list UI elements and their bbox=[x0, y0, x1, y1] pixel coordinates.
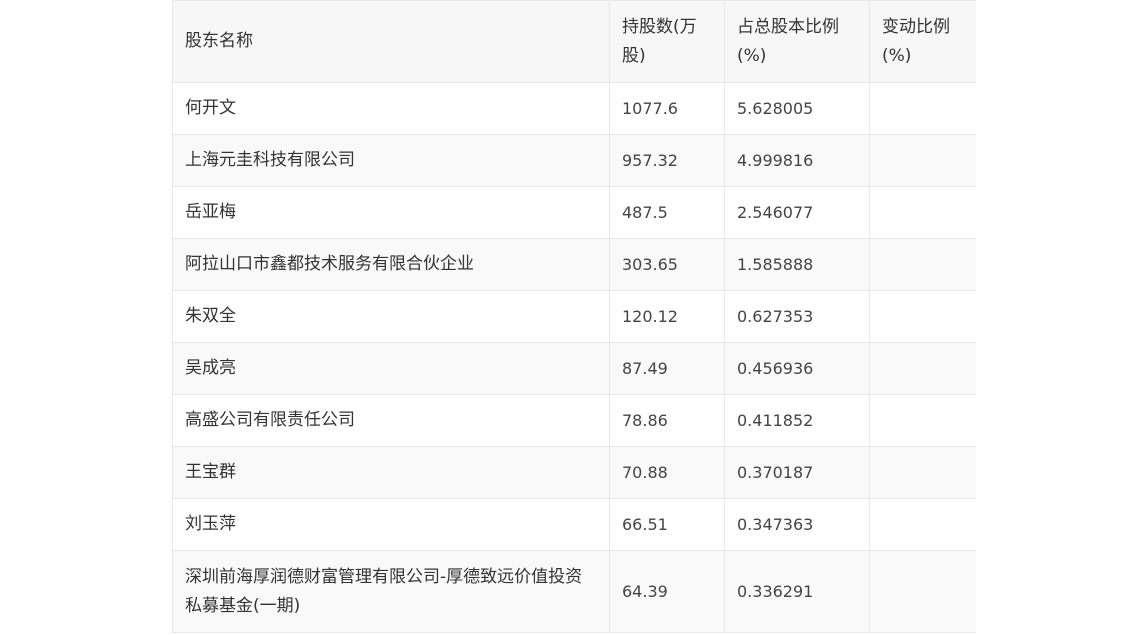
cell-change bbox=[869, 394, 976, 447]
cell-shares: 66.51 bbox=[609, 498, 725, 551]
cell-change bbox=[869, 498, 976, 551]
cell-change bbox=[869, 238, 976, 291]
header-shares: 持股数(万股) bbox=[609, 0, 725, 83]
cell-ratio: 4.999816 bbox=[724, 134, 870, 187]
cell-change bbox=[869, 342, 976, 395]
table-row: 刘玉萍 66.51 0.347363 bbox=[172, 498, 976, 551]
table-row: 上海元圭科技有限公司 957.32 4.999816 bbox=[172, 134, 976, 187]
cell-change bbox=[869, 290, 976, 343]
table-row: 高盛公司有限责任公司 78.86 0.411852 bbox=[172, 394, 976, 447]
cell-shareholder-name: 朱双全 bbox=[172, 290, 610, 343]
cell-ratio: 0.336291 bbox=[724, 550, 870, 633]
cell-shareholder-name: 高盛公司有限责任公司 bbox=[172, 394, 610, 447]
cell-change bbox=[869, 550, 976, 633]
table-row: 何开文 1077.6 5.628005 bbox=[172, 82, 976, 135]
cell-change bbox=[869, 446, 976, 499]
cell-shareholder-name: 刘玉萍 bbox=[172, 498, 610, 551]
cell-change bbox=[869, 134, 976, 187]
shareholder-table: 股东名称 持股数(万股) 占总股本比例(%) 变动比例(%) 何开文 1077.… bbox=[172, 0, 976, 633]
cell-ratio: 1.585888 bbox=[724, 238, 870, 291]
cell-shares: 78.86 bbox=[609, 394, 725, 447]
cell-shareholder-name: 吴成亮 bbox=[172, 342, 610, 395]
header-change: 变动比例(%) bbox=[869, 0, 976, 83]
table-row: 王宝群 70.88 0.370187 bbox=[172, 446, 976, 499]
cell-shareholder-name: 岳亚梅 bbox=[172, 186, 610, 239]
cell-shareholder-name: 王宝群 bbox=[172, 446, 610, 499]
cell-ratio: 0.627353 bbox=[724, 290, 870, 343]
cell-change bbox=[869, 82, 976, 135]
cell-change bbox=[869, 186, 976, 239]
cell-shareholder-name: 上海元圭科技有限公司 bbox=[172, 134, 610, 187]
cell-ratio: 0.347363 bbox=[724, 498, 870, 551]
cell-shares: 70.88 bbox=[609, 446, 725, 499]
shareholder-table-container: 股东名称 持股数(万股) 占总股本比例(%) 变动比例(%) 何开文 1077.… bbox=[172, 0, 976, 635]
cell-shares: 957.32 bbox=[609, 134, 725, 187]
table-row: 吴成亮 87.49 0.456936 bbox=[172, 342, 976, 395]
table-row: 岳亚梅 487.5 2.546077 bbox=[172, 186, 976, 239]
cell-ratio: 0.411852 bbox=[724, 394, 870, 447]
cell-shares: 1077.6 bbox=[609, 82, 725, 135]
cell-shares: 303.65 bbox=[609, 238, 725, 291]
cell-shareholder-name: 何开文 bbox=[172, 82, 610, 135]
cell-shares: 120.12 bbox=[609, 290, 725, 343]
cell-shares: 487.5 bbox=[609, 186, 725, 239]
header-ratio: 占总股本比例(%) bbox=[724, 0, 870, 83]
cell-shares: 87.49 bbox=[609, 342, 725, 395]
table-header-row: 股东名称 持股数(万股) 占总股本比例(%) 变动比例(%) bbox=[172, 0, 976, 83]
cell-ratio: 0.456936 bbox=[724, 342, 870, 395]
header-shareholder-name: 股东名称 bbox=[172, 0, 610, 83]
cell-shares: 64.39 bbox=[609, 550, 725, 633]
cell-shareholder-name: 深圳前海厚润德财富管理有限公司-厚德致远价值投资私募基金(一期) bbox=[172, 550, 610, 633]
table-row: 朱双全 120.12 0.627353 bbox=[172, 290, 976, 343]
cell-shareholder-name: 阿拉山口市鑫都技术服务有限合伙企业 bbox=[172, 238, 610, 291]
cell-ratio: 2.546077 bbox=[724, 186, 870, 239]
table-row: 深圳前海厚润德财富管理有限公司-厚德致远价值投资私募基金(一期) 64.39 0… bbox=[172, 550, 976, 633]
cell-ratio: 5.628005 bbox=[724, 82, 870, 135]
table-row: 阿拉山口市鑫都技术服务有限合伙企业 303.65 1.585888 bbox=[172, 238, 976, 291]
cell-ratio: 0.370187 bbox=[724, 446, 870, 499]
